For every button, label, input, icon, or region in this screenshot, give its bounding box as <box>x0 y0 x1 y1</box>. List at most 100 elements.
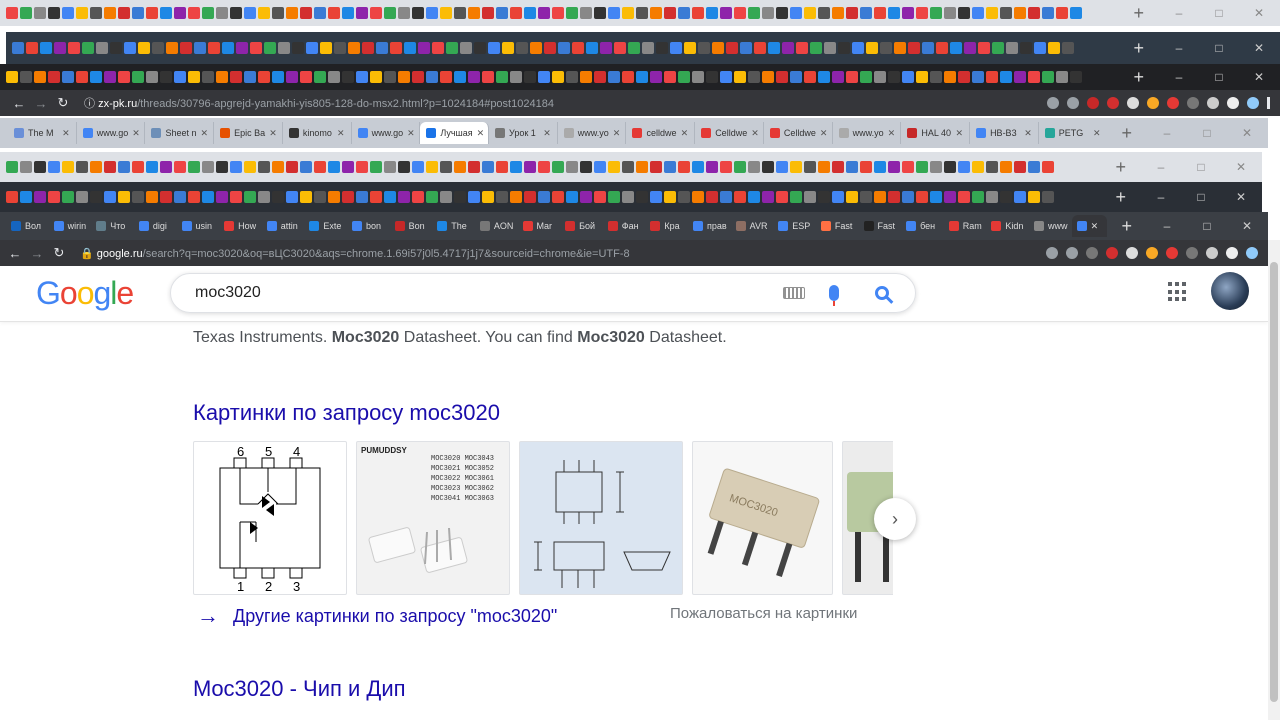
tab-favicon[interactable] <box>328 191 340 203</box>
tab-favicon[interactable] <box>244 71 256 83</box>
extension-icon[interactable] <box>1147 97 1159 109</box>
tab-favicon[interactable] <box>580 71 592 83</box>
tab-favicon[interactable] <box>622 191 634 203</box>
tab-favicon[interactable] <box>1070 71 1082 83</box>
apps-grid-icon[interactable] <box>1168 282 1188 302</box>
tab-favicon[interactable] <box>34 7 46 19</box>
browser-tab[interactable]: Бой <box>560 215 603 237</box>
browser-tab[interactable]: How <box>219 215 262 237</box>
tab-favicon[interactable] <box>874 191 886 203</box>
tab-favicon[interactable] <box>880 42 892 54</box>
browser-tab[interactable]: The <box>432 215 475 237</box>
tab-favicon[interactable] <box>54 42 66 54</box>
zoom-icon[interactable] <box>1046 247 1058 259</box>
tab-favicon[interactable] <box>832 7 844 19</box>
tab-favicon[interactable] <box>272 71 284 83</box>
star-icon[interactable] <box>1067 97 1079 109</box>
tab-favicon[interactable] <box>860 191 872 203</box>
tab-favicon[interactable] <box>846 7 858 19</box>
tab-favicon[interactable] <box>314 7 326 19</box>
tab-favicon[interactable] <box>132 161 144 173</box>
tab-favicon[interactable] <box>76 161 88 173</box>
tab-favicon[interactable] <box>250 42 262 54</box>
extension-icon[interactable] <box>1167 97 1179 109</box>
browser-tab[interactable]: PETG ✕ <box>1039 122 1108 144</box>
tab-favicon[interactable] <box>902 191 914 203</box>
tab-favicon[interactable] <box>76 7 88 19</box>
tab-favicon[interactable] <box>90 7 102 19</box>
tab-favicon[interactable] <box>642 42 654 54</box>
minimize-icon[interactable]: – <box>1172 41 1186 55</box>
tab-favicon[interactable] <box>566 71 578 83</box>
tab-favicon[interactable] <box>342 71 354 83</box>
close-icon[interactable]: ✕ <box>1234 190 1248 204</box>
tab-favicon[interactable] <box>552 7 564 19</box>
tab-favicon[interactable] <box>544 42 556 54</box>
tab-favicon[interactable] <box>12 42 24 54</box>
tab-favicon[interactable] <box>888 7 900 19</box>
tab-favicon[interactable] <box>370 7 382 19</box>
tab-favicon[interactable] <box>328 7 340 19</box>
chevron-right-icon[interactable]: › <box>874 498 916 540</box>
tab-favicon[interactable] <box>790 71 802 83</box>
tab-close-icon[interactable]: ✕ <box>1093 128 1101 139</box>
tab-favicon[interactable] <box>118 71 130 83</box>
search-input[interactable]: moc3020 <box>195 284 783 302</box>
tab-close-icon[interactable]: ✕ <box>269 128 277 139</box>
tab-favicon[interactable] <box>272 191 284 203</box>
tab-favicon[interactable] <box>104 71 116 83</box>
tab-favicon[interactable] <box>608 191 620 203</box>
tab-favicon[interactable] <box>762 7 774 19</box>
maximize-icon[interactable]: □ <box>1212 41 1226 55</box>
tab-favicon[interactable] <box>538 161 550 173</box>
tab-favicon[interactable] <box>362 42 374 54</box>
tab-favicon[interactable] <box>1042 71 1054 83</box>
new-tab-button[interactable]: + <box>1107 123 1146 144</box>
minimize-icon[interactable]: – <box>1172 6 1186 20</box>
back-icon[interactable]: ← <box>8 96 30 111</box>
tab-favicon[interactable] <box>370 191 382 203</box>
tab-favicon[interactable] <box>516 42 528 54</box>
google-logo[interactable]: Google <box>36 275 134 312</box>
image-thumb-schematic[interactable]: 6 5 4 1 2 3 <box>193 441 347 595</box>
tab-favicon[interactable] <box>216 7 228 19</box>
tab-favicon[interactable] <box>720 71 732 83</box>
new-tab-button[interactable]: + <box>1119 38 1158 59</box>
tab-favicon[interactable] <box>426 71 438 83</box>
tab-favicon[interactable] <box>874 161 886 173</box>
tab-favicon[interactable] <box>76 71 88 83</box>
tab-favicon[interactable] <box>986 161 998 173</box>
tab-close-icon[interactable]: ✕ <box>407 128 415 139</box>
browser-tab[interactable]: bon <box>347 215 390 237</box>
tab-favicon[interactable] <box>572 42 584 54</box>
browser-tab[interactable]: www <box>1029 215 1072 237</box>
maximize-icon[interactable]: □ <box>1200 219 1214 233</box>
tab-favicon[interactable] <box>34 71 46 83</box>
tab-favicon[interactable] <box>888 191 900 203</box>
extension-icon[interactable] <box>1087 97 1099 109</box>
tab-close-icon[interactable]: ✕ <box>681 128 689 139</box>
tab-favicon[interactable] <box>90 191 102 203</box>
tab-favicon[interactable] <box>132 7 144 19</box>
browser-tab[interactable]: Урок 1 ✕ <box>489 122 558 144</box>
tab-favicon[interactable] <box>670 42 682 54</box>
tab-favicon[interactable] <box>48 71 60 83</box>
tab-favicon[interactable] <box>692 71 704 83</box>
tab-favicon[interactable] <box>664 71 676 83</box>
maximize-icon[interactable]: □ <box>1194 160 1208 174</box>
browser-tab[interactable]: wirin <box>49 215 92 237</box>
tab-favicon[interactable] <box>754 42 766 54</box>
tab-favicon[interactable] <box>958 7 970 19</box>
tab-favicon[interactable] <box>538 71 550 83</box>
tab-favicon[interactable] <box>768 42 780 54</box>
tab-favicon[interactable] <box>958 161 970 173</box>
tab-favicon[interactable] <box>1000 161 1012 173</box>
tab-favicon[interactable] <box>832 191 844 203</box>
back-icon[interactable]: ← <box>4 246 26 261</box>
tab-favicon[interactable] <box>776 191 788 203</box>
tab-favicon[interactable] <box>300 161 312 173</box>
tab-favicon[interactable] <box>720 161 732 173</box>
tab-favicon[interactable] <box>426 191 438 203</box>
tab-favicon[interactable] <box>96 42 108 54</box>
tab-favicon[interactable] <box>594 7 606 19</box>
